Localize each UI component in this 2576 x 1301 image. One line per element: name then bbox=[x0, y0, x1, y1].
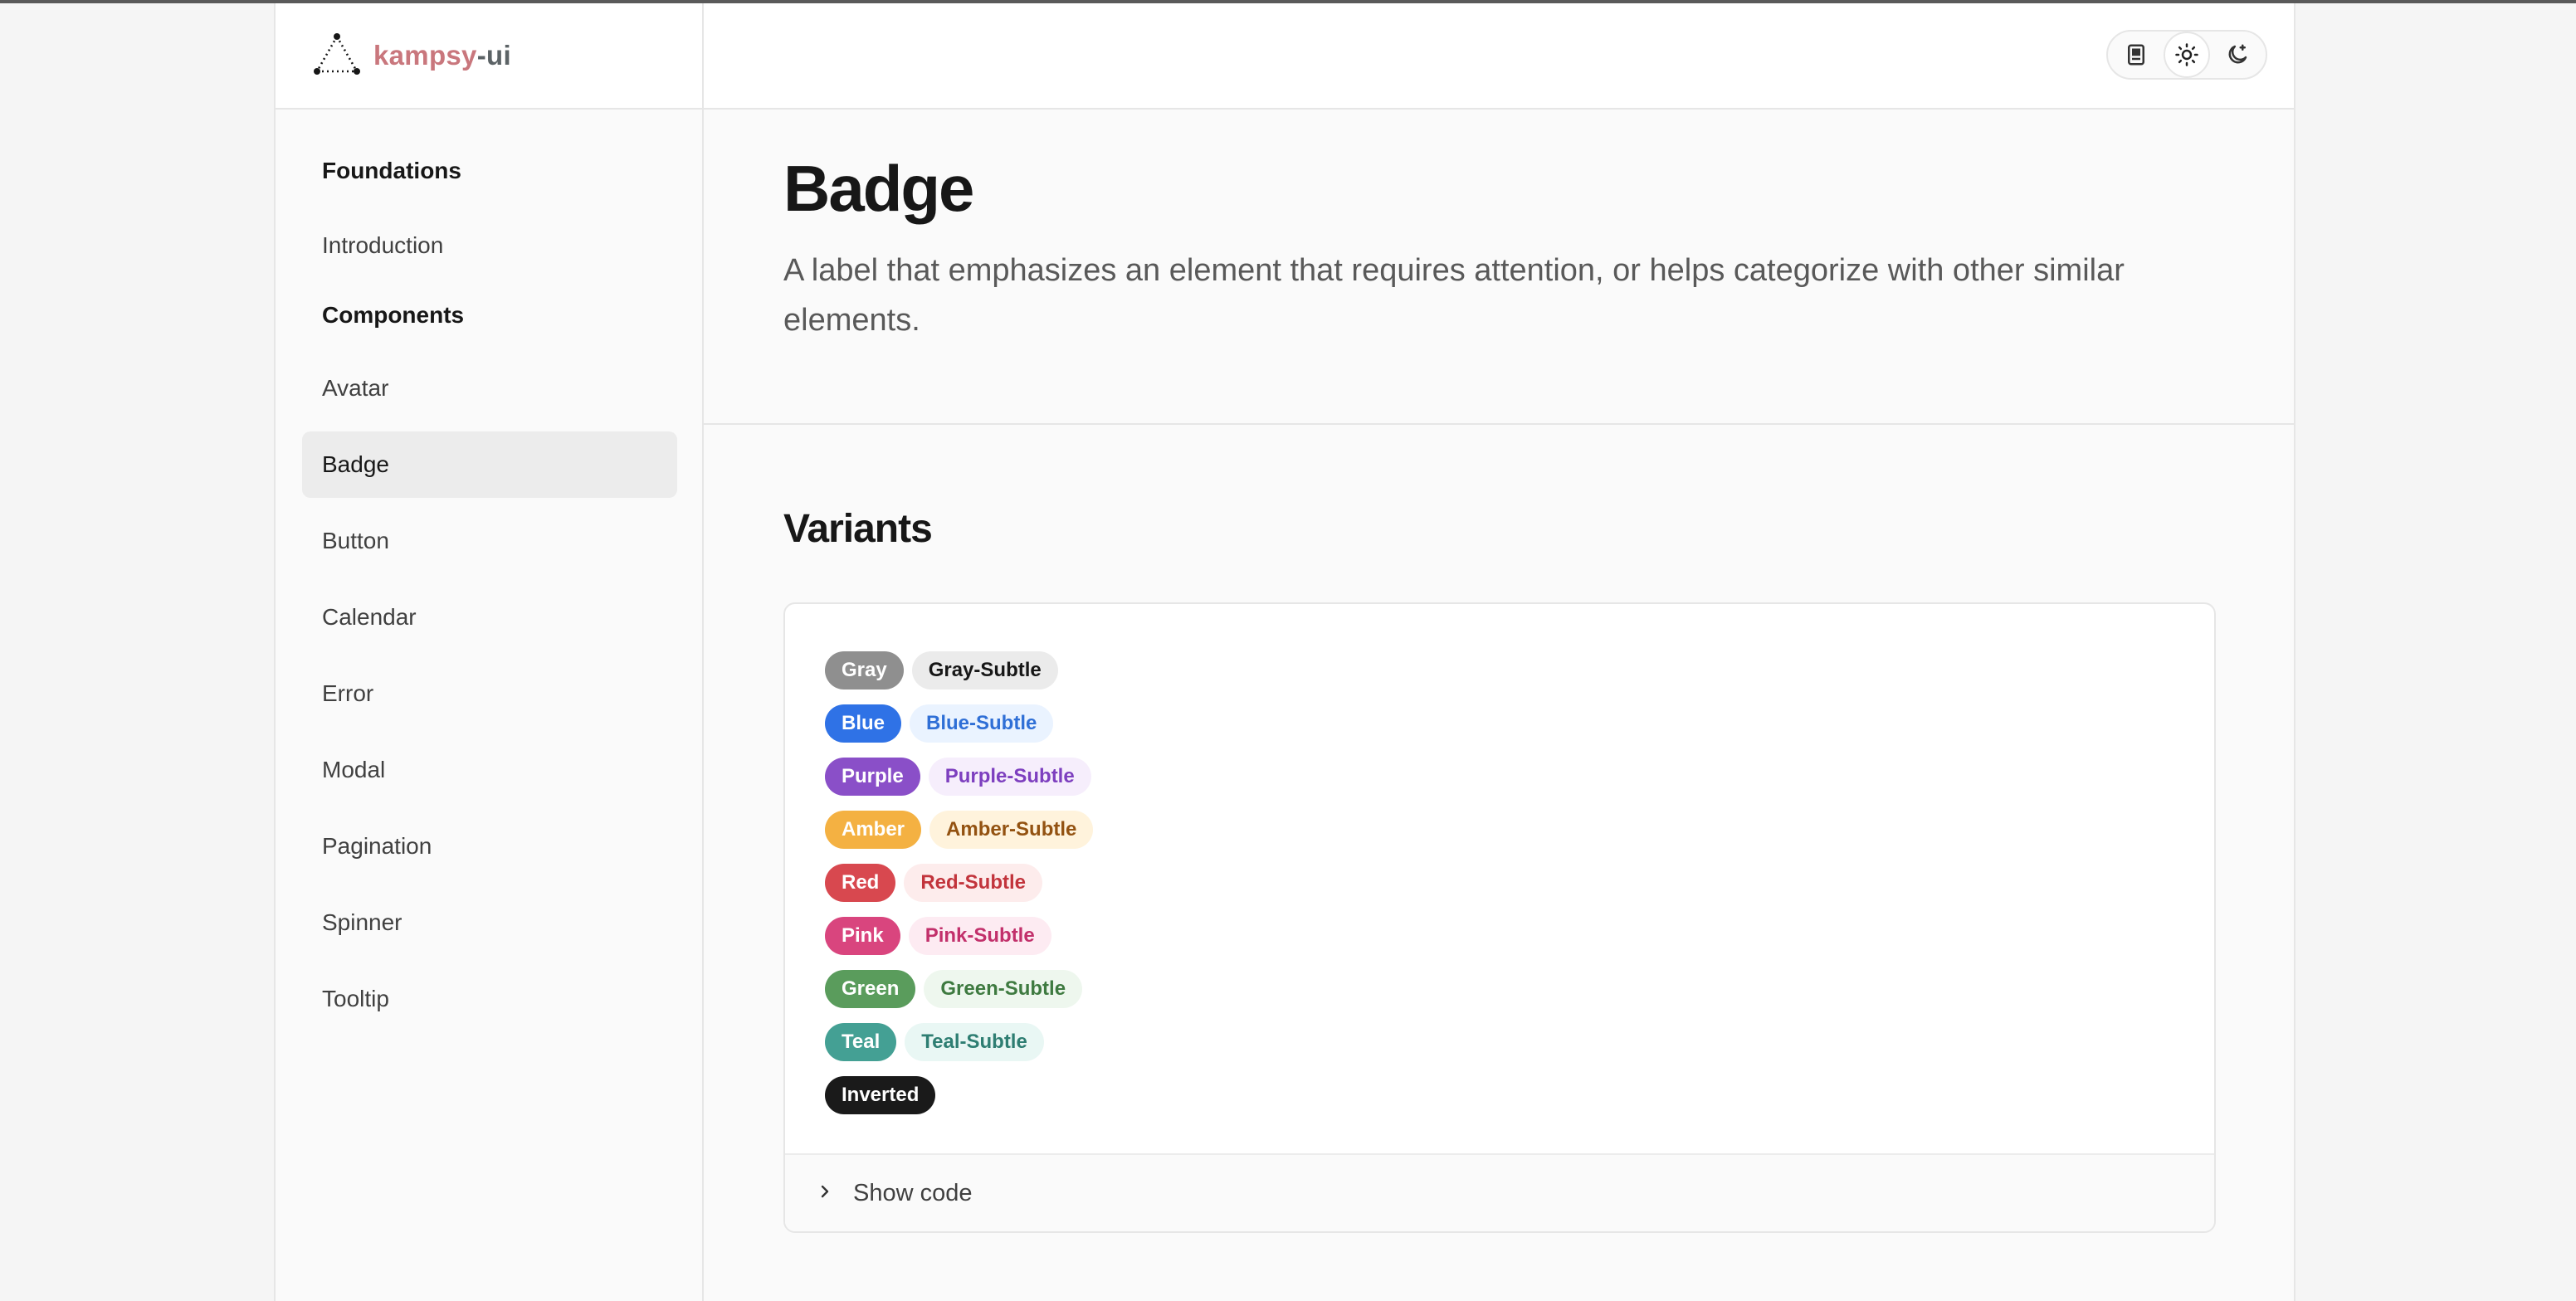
sun-icon[interactable] bbox=[2163, 32, 2210, 78]
chevron-right-icon bbox=[815, 1182, 835, 1206]
badge-row: Gray Gray-Subtle bbox=[825, 644, 1101, 697]
moon-icon[interactable] bbox=[2214, 32, 2261, 78]
variants-demo-card: Gray Gray-Subtle Blue Blue-Subtle Purple Purp… bbox=[783, 602, 2216, 1233]
badge-teal-subtle: Teal-Subtle bbox=[905, 1023, 1044, 1061]
sidebar-item-pagination[interactable]: Pagination bbox=[302, 813, 677, 880]
badge-row: Pink Pink-Subtle bbox=[825, 909, 1101, 962]
section-title-variants: Variants bbox=[783, 507, 933, 551]
sidebar-item-badge[interactable]: Badge bbox=[302, 431, 677, 498]
badge-row: Inverted bbox=[825, 1069, 1101, 1122]
badge-purple: Purple bbox=[825, 758, 920, 796]
badge-pink-subtle: Pink-Subtle bbox=[908, 917, 1051, 955]
badge-row: Teal Teal-Subtle bbox=[825, 1016, 1101, 1069]
badge-row: Purple Purple-Subtle bbox=[825, 750, 1101, 803]
page-description: A label that emphasizes an element that … bbox=[783, 253, 2125, 338]
badge-list: Gray Gray-Subtle Blue Blue-Subtle Purple Purp… bbox=[825, 644, 1101, 1122]
theme-switcher bbox=[2106, 30, 2267, 80]
page-title: Badge bbox=[783, 152, 974, 225]
nav-group-foundations: Foundations bbox=[322, 158, 461, 183]
nav-group-components: Components bbox=[322, 302, 465, 328]
badge-gray: Gray bbox=[825, 651, 904, 689]
sidebar-item-introduction[interactable]: Introduction bbox=[302, 212, 677, 279]
show-code-toggle[interactable]: Show code bbox=[785, 1153, 2214, 1231]
book-icon[interactable] bbox=[2113, 32, 2159, 78]
main-content: Badge A label that emphasizes an element… bbox=[704, 3, 2294, 1301]
sidebar-item-spinner[interactable]: Spinner bbox=[302, 889, 677, 956]
badge-teal: Teal bbox=[825, 1023, 897, 1061]
sidebar-item-tooltip[interactable]: Tooltip bbox=[302, 966, 677, 1032]
badge-amber-subtle: Amber-Subtle bbox=[929, 811, 1094, 849]
page-header: Badge A label that emphasizes an element… bbox=[704, 111, 2294, 425]
badge-green: Green bbox=[825, 970, 916, 1008]
badge-purple-subtle: Purple-Subtle bbox=[928, 758, 1091, 796]
sidebar-item-modal[interactable]: Modal bbox=[302, 737, 677, 803]
brand-name: kampsy-ui bbox=[373, 40, 511, 71]
app-frame: kampsy-ui Foundations Introduction Compo… bbox=[274, 3, 2295, 1301]
badge-blue-subtle: Blue-Subtle bbox=[910, 704, 1054, 743]
show-code-label: Show code bbox=[853, 1179, 973, 1206]
triangle-logo-icon bbox=[314, 32, 360, 80]
badge-inverted: Inverted bbox=[825, 1076, 936, 1114]
badge-amber: Amber bbox=[825, 811, 922, 849]
badge-red: Red bbox=[825, 864, 896, 902]
badge-pink: Pink bbox=[825, 917, 900, 955]
sidebar-item-avatar[interactable]: Avatar bbox=[302, 355, 677, 421]
badge-gray-subtle: Gray-Subtle bbox=[911, 651, 1058, 689]
badge-green-subtle: Green-Subtle bbox=[924, 970, 1083, 1008]
sidebar-item-error[interactable]: Error bbox=[302, 660, 677, 727]
brand-logo-link[interactable]: kampsy-ui bbox=[276, 3, 702, 110]
badge-row: Amber Amber-Subtle bbox=[825, 803, 1101, 856]
badge-red-subtle: Red-Subtle bbox=[904, 864, 1043, 902]
top-bar bbox=[704, 3, 2294, 110]
badge-blue: Blue bbox=[825, 704, 902, 743]
badge-row: Green Green-Subtle bbox=[825, 962, 1101, 1016]
sidebar: kampsy-ui Foundations Introduction Compo… bbox=[276, 3, 704, 1301]
sidebar-item-button[interactable]: Button bbox=[302, 508, 677, 574]
badge-row: Blue Blue-Subtle bbox=[825, 697, 1101, 750]
badge-row: Red Red-Subtle bbox=[825, 856, 1101, 909]
sidebar-item-calendar[interactable]: Calendar bbox=[302, 584, 677, 650]
